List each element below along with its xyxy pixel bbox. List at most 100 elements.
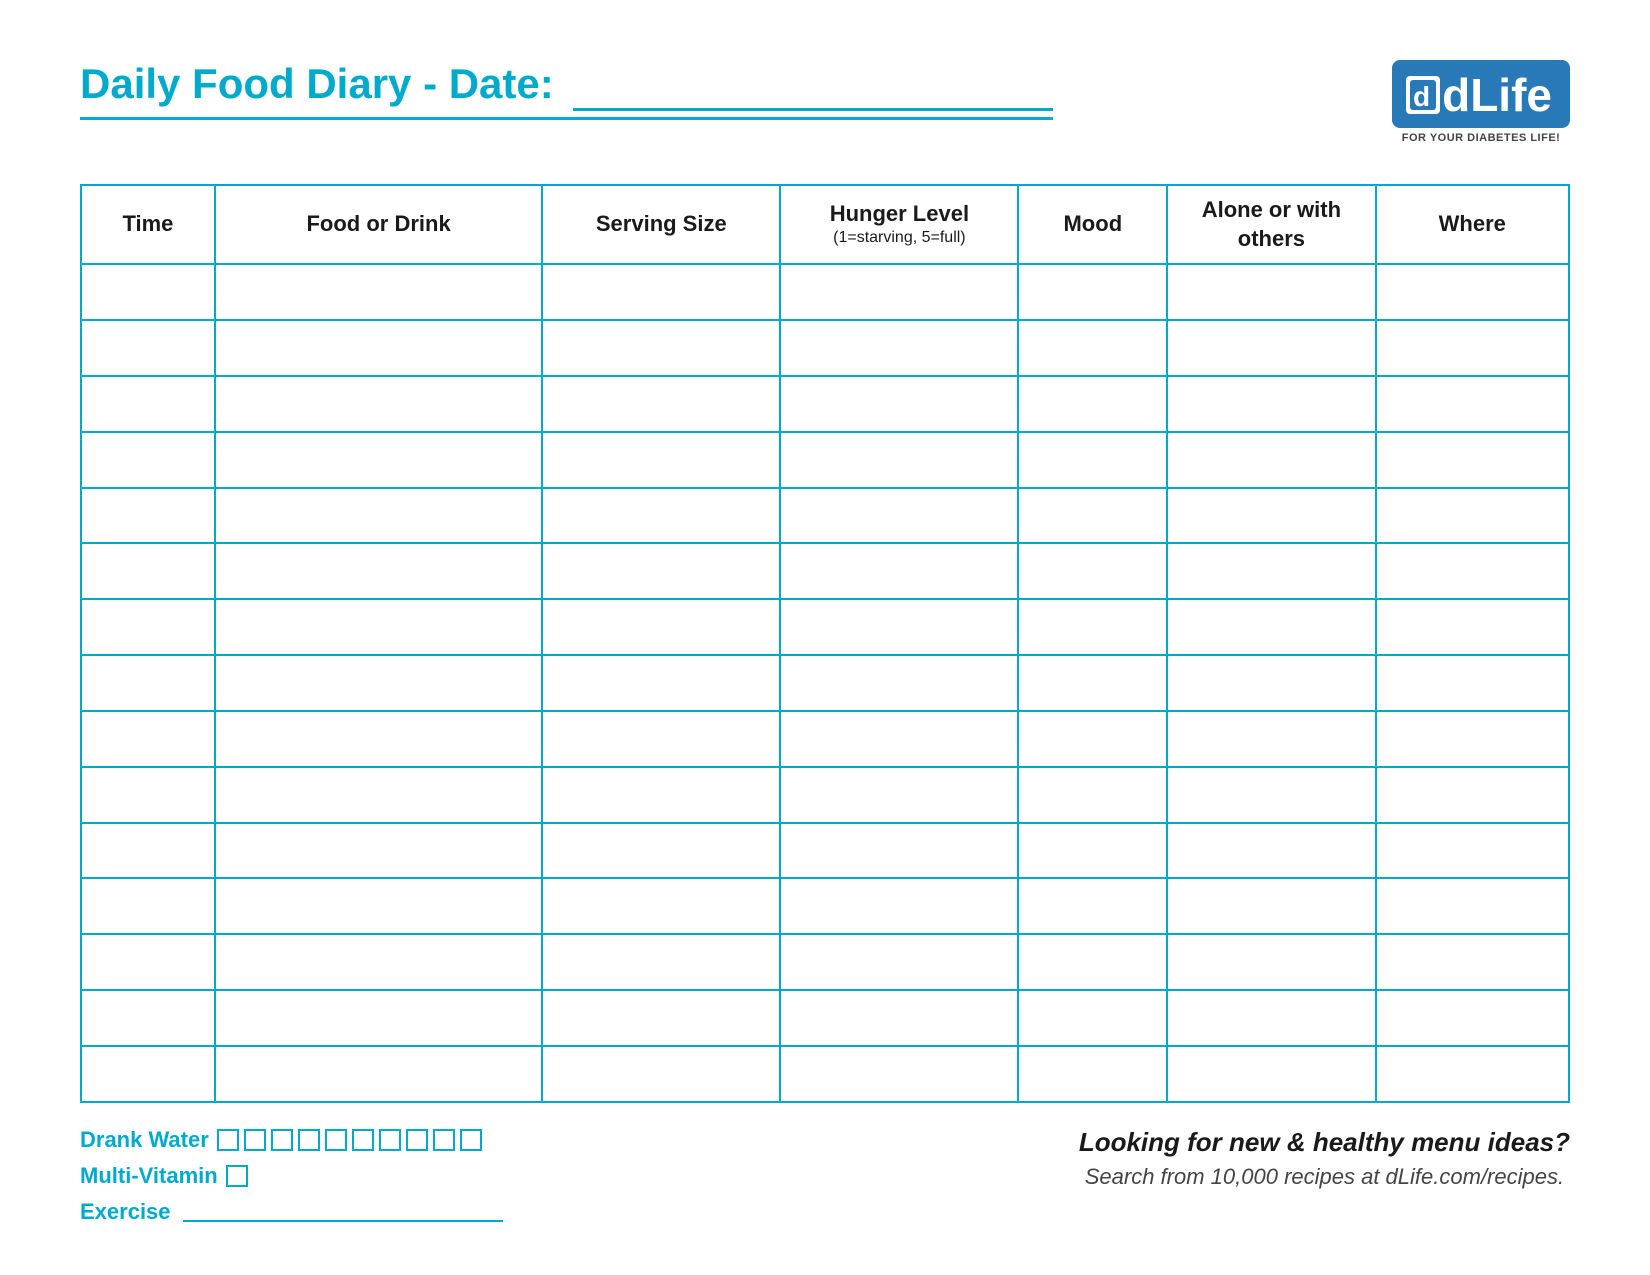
table-cell[interactable]: [1376, 655, 1569, 711]
water-checkbox-1[interactable]: [217, 1129, 239, 1151]
table-cell[interactable]: [1167, 711, 1375, 767]
water-checkbox-7[interactable]: [379, 1129, 401, 1151]
table-cell[interactable]: [1167, 1046, 1375, 1102]
table-cell[interactable]: [542, 488, 780, 544]
table-cell[interactable]: [1376, 823, 1569, 879]
table-cell[interactable]: [81, 264, 215, 320]
table-cell[interactable]: [1167, 990, 1375, 1046]
table-cell[interactable]: [1376, 320, 1569, 376]
table-cell[interactable]: [1376, 432, 1569, 488]
table-cell[interactable]: [215, 264, 542, 320]
table-cell[interactable]: [1167, 320, 1375, 376]
table-cell[interactable]: [780, 488, 1018, 544]
table-cell[interactable]: [81, 320, 215, 376]
table-cell[interactable]: [215, 320, 542, 376]
table-cell[interactable]: [1018, 432, 1167, 488]
table-cell[interactable]: [542, 264, 780, 320]
table-cell[interactable]: [542, 376, 780, 432]
water-checkbox-10[interactable]: [460, 1129, 482, 1151]
table-cell[interactable]: [1018, 599, 1167, 655]
table-cell[interactable]: [542, 823, 780, 879]
table-cell[interactable]: [542, 432, 780, 488]
table-cell[interactable]: [1167, 543, 1375, 599]
table-cell[interactable]: [81, 878, 215, 934]
table-cell[interactable]: [1167, 934, 1375, 990]
table-cell[interactable]: [81, 1046, 215, 1102]
water-checkbox-9[interactable]: [433, 1129, 455, 1151]
table-cell[interactable]: [1376, 990, 1569, 1046]
table-cell[interactable]: [542, 599, 780, 655]
table-cell[interactable]: [81, 432, 215, 488]
table-cell[interactable]: [81, 488, 215, 544]
table-cell[interactable]: [780, 376, 1018, 432]
table-cell[interactable]: [1167, 488, 1375, 544]
table-cell[interactable]: [215, 1046, 542, 1102]
table-cell[interactable]: [1018, 488, 1167, 544]
table-cell[interactable]: [1167, 655, 1375, 711]
table-cell[interactable]: [81, 711, 215, 767]
table-cell[interactable]: [1018, 376, 1167, 432]
table-cell[interactable]: [81, 934, 215, 990]
table-cell[interactable]: [1018, 264, 1167, 320]
table-cell[interactable]: [1018, 320, 1167, 376]
table-cell[interactable]: [1376, 264, 1569, 320]
water-checkbox-2[interactable]: [244, 1129, 266, 1151]
multivitamin-checkbox[interactable]: [226, 1165, 248, 1187]
table-cell[interactable]: [1376, 488, 1569, 544]
water-checkbox-3[interactable]: [271, 1129, 293, 1151]
table-cell[interactable]: [81, 823, 215, 879]
table-cell[interactable]: [780, 264, 1018, 320]
table-cell[interactable]: [215, 823, 542, 879]
table-cell[interactable]: [81, 990, 215, 1046]
table-cell[interactable]: [1376, 599, 1569, 655]
table-cell[interactable]: [780, 599, 1018, 655]
water-checkbox-4[interactable]: [298, 1129, 320, 1151]
table-cell[interactable]: [1018, 990, 1167, 1046]
table-cell[interactable]: [1167, 264, 1375, 320]
table-cell[interactable]: [1018, 711, 1167, 767]
table-cell[interactable]: [1167, 376, 1375, 432]
table-cell[interactable]: [81, 543, 215, 599]
table-cell[interactable]: [1018, 655, 1167, 711]
table-cell[interactable]: [1018, 767, 1167, 823]
table-cell[interactable]: [542, 934, 780, 990]
table-cell[interactable]: [780, 878, 1018, 934]
table-cell[interactable]: [780, 934, 1018, 990]
table-cell[interactable]: [1376, 878, 1569, 934]
table-cell[interactable]: [1018, 543, 1167, 599]
table-cell[interactable]: [780, 655, 1018, 711]
table-cell[interactable]: [780, 767, 1018, 823]
table-cell[interactable]: [81, 767, 215, 823]
table-cell[interactable]: [1167, 599, 1375, 655]
table-cell[interactable]: [780, 711, 1018, 767]
table-cell[interactable]: [780, 320, 1018, 376]
table-cell[interactable]: [1018, 823, 1167, 879]
table-cell[interactable]: [1167, 878, 1375, 934]
table-cell[interactable]: [542, 990, 780, 1046]
table-cell[interactable]: [1018, 1046, 1167, 1102]
table-cell[interactable]: [215, 655, 542, 711]
table-cell[interactable]: [780, 990, 1018, 1046]
table-cell[interactable]: [1018, 878, 1167, 934]
table-cell[interactable]: [780, 823, 1018, 879]
table-cell[interactable]: [215, 711, 542, 767]
table-cell[interactable]: [215, 599, 542, 655]
table-cell[interactable]: [780, 432, 1018, 488]
table-cell[interactable]: [780, 543, 1018, 599]
table-cell[interactable]: [215, 488, 542, 544]
table-cell[interactable]: [215, 878, 542, 934]
table-cell[interactable]: [215, 767, 542, 823]
table-cell[interactable]: [215, 376, 542, 432]
table-cell[interactable]: [81, 655, 215, 711]
table-cell[interactable]: [1376, 376, 1569, 432]
table-cell[interactable]: [215, 934, 542, 990]
table-cell[interactable]: [1376, 767, 1569, 823]
table-cell[interactable]: [542, 878, 780, 934]
table-cell[interactable]: [542, 1046, 780, 1102]
water-checkbox-8[interactable]: [406, 1129, 428, 1151]
table-cell[interactable]: [542, 320, 780, 376]
table-cell[interactable]: [1167, 767, 1375, 823]
table-cell[interactable]: [1376, 711, 1569, 767]
table-cell[interactable]: [215, 990, 542, 1046]
table-cell[interactable]: [1376, 543, 1569, 599]
